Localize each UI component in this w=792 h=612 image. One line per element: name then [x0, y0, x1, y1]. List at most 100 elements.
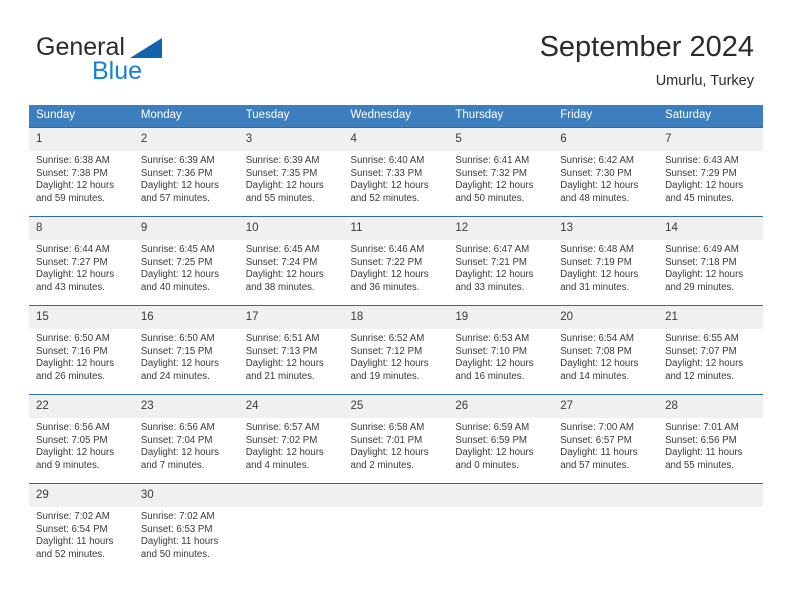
sunset-text: Sunset: 7:38 PM [36, 167, 108, 179]
sunrise-text: Sunrise: 6:59 AM [455, 422, 530, 433]
daylight-text-line2: and 7 minutes. [140, 459, 205, 471]
daylight-text-line1: Daylight: 12 hours [350, 180, 429, 192]
day-cell-inner: 1 Sunrise: 6:38 AM Sunset: 7:38 PM Daylight… [29, 128, 134, 216]
daylight-text-line2: and 43 minutes. [36, 281, 105, 293]
sunrise-text: Sunrise: 6:50 AM [140, 333, 215, 344]
calendar-day-cell[interactable]: 23 Sunrise: 6:56 AM Sunset: 7:04 PM Dayligh… [133, 394, 239, 484]
calendar-day-cell[interactable]: 1 Sunrise: 6:38 AM Sunset: 7:38 PM Daylight… [29, 127, 134, 217]
calendar-day-cell[interactable]: 13 Sunrise: 6:48 AM Sunset: 7:19 PM Dayligh… [553, 216, 659, 306]
calendar-day-cell[interactable]: 9 Sunrise: 6:45 AM Sunset: 7:25 PM Daylight… [133, 216, 239, 306]
sunrise-text: Sunrise: 6:45 AM [140, 244, 215, 255]
calendar-day-cell[interactable]: 2 Sunrise: 6:39 AM Sunset: 7:36 PM Daylight… [133, 127, 239, 217]
generalblue-logo[interactable]: General Blue [36, 34, 266, 86]
day-number: 19 [448, 306, 554, 329]
day-number: 18 [343, 306, 449, 329]
daylight-text-line2: and 14 minutes. [560, 370, 630, 382]
sunset-text: Sunset: 7:10 PM [455, 345, 527, 357]
calendar-day-cell[interactable]: 25 Sunrise: 6:58 AM Sunset: 7:01 PM Dayligh… [343, 394, 449, 484]
day-details: Sunrise: 6:48 AM Sunset: 7:19 PM Daylight:… [553, 240, 658, 294]
day-cell-inner: 2 Sunrise: 6:39 AM Sunset: 7:36 PM Daylight… [133, 128, 239, 216]
daylight-text-line1: Daylight: 12 hours [350, 447, 429, 459]
day-cell-inner: 16 Sunrise: 6:50 AM Sunset: 7:15 PM Dayligh… [133, 306, 239, 394]
sunrise-text: Sunrise: 6:50 AM [36, 333, 110, 344]
daylight-text-line2: and 2 minutes. [350, 459, 415, 471]
day-details: Sunrise: 6:56 AM Sunset: 7:05 PM Daylight:… [29, 418, 134, 472]
sunset-text: Sunset: 7:22 PM [350, 256, 423, 268]
sunrise-text: Sunrise: 6:52 AM [350, 333, 425, 344]
daylight-text-line2: and 12 minutes. [665, 370, 734, 382]
calendar-day-cell[interactable]: 10 Sunrise: 6:45 AM Sunset: 7:24 PM Dayligh… [238, 216, 344, 306]
daylight-text-line2: and 40 minutes. [140, 281, 210, 293]
day-details: Sunrise: 6:54 AM Sunset: 7:08 PM Daylight:… [553, 329, 658, 383]
sunset-text: Sunset: 7:25 PM [140, 256, 213, 268]
day-details: Sunrise: 6:47 AM Sunset: 7:21 PM Daylight:… [448, 240, 553, 294]
daylight-text-line1: Daylight: 12 hours [140, 447, 219, 459]
day-details: Sunrise: 6:46 AM Sunset: 7:22 PM Daylight:… [344, 240, 449, 294]
day-cell-inner: 23 Sunrise: 6:56 AM Sunset: 7:04 PM Dayligh… [133, 395, 239, 483]
calendar-day-cell[interactable]: 4 Sunrise: 6:40 AM Sunset: 7:33 PM Daylight… [343, 127, 449, 217]
daylight-text-line2: and 57 minutes. [140, 192, 210, 204]
day-cell-inner: 14 Sunrise: 6:49 AM Sunset: 7:18 PM Dayligh… [658, 217, 763, 305]
sunrise-text: Sunrise: 6:38 AM [36, 155, 110, 166]
calendar-day-cell[interactable]: 21 Sunrise: 6:55 AM Sunset: 7:07 PM Dayligh… [658, 305, 763, 395]
calendar-day-cell[interactable]: 15 Sunrise: 6:50 AM Sunset: 7:16 PM Dayligh… [29, 305, 134, 395]
day-number: 7 [658, 128, 763, 151]
daylight-text-line2: and 59 minutes. [36, 192, 105, 204]
title-block: September 2024 Umurlu, Turkey [540, 30, 754, 90]
day-cell-inner [238, 484, 344, 568]
calendar-day-cell[interactable]: 14 Sunrise: 6:49 AM Sunset: 7:18 PM Dayligh… [658, 216, 763, 306]
calendar-day-cell[interactable]: 12 Sunrise: 6:47 AM Sunset: 7:21 PM Dayligh… [448, 216, 554, 306]
calendar-day-cell[interactable]: 29 Sunrise: 7:02 AM Sunset: 6:54 PM Dayligh… [29, 483, 134, 568]
page-title: September 2024 [539, 31, 754, 63]
sunrise-text: Sunrise: 6:40 AM [350, 155, 425, 166]
sunset-text: Sunset: 6:56 PM [665, 434, 737, 446]
day-cell-inner: 29 Sunrise: 7:02 AM Sunset: 6:54 PM Dayligh… [29, 484, 134, 568]
calendar-day-cell[interactable]: 24 Sunrise: 6:57 AM Sunset: 7:02 PM Dayligh… [238, 394, 344, 484]
calendar-day-cell[interactable]: 3 Sunrise: 6:39 AM Sunset: 7:35 PM Daylight… [238, 127, 344, 217]
daylight-text-line2: and 57 minutes. [560, 459, 630, 471]
calendar-day-cell[interactable]: 20 Sunrise: 6:54 AM Sunset: 7:08 PM Dayligh… [553, 305, 659, 395]
calendar-day-cell[interactable]: 7 Sunrise: 6:43 AM Sunset: 7:29 PM Daylight… [658, 127, 763, 217]
daylight-text-line1: Daylight: 12 hours [665, 358, 744, 370]
day-details: Sunrise: 7:02 AM Sunset: 6:54 PM Daylight:… [29, 507, 134, 561]
calendar-day-cell[interactable]: 18 Sunrise: 6:52 AM Sunset: 7:12 PM Dayligh… [343, 305, 449, 395]
calendar-day-cell[interactable]: 17 Sunrise: 6:51 AM Sunset: 7:13 PM Dayligh… [238, 305, 344, 395]
calendar-day-cell[interactable]: 26 Sunrise: 6:59 AM Sunset: 6:59 PM Dayligh… [448, 394, 554, 484]
sunrise-text: Sunrise: 6:57 AM [245, 422, 320, 433]
sunset-text: Sunset: 7:30 PM [560, 167, 632, 179]
sunrise-text: Sunrise: 7:00 AM [560, 422, 634, 433]
daylight-text-line2: and 50 minutes. [455, 192, 525, 204]
calendar-page: General Blue September 2024 Umurlu, Turk… [0, 0, 792, 612]
calendar-day-cell[interactable]: 6 Sunrise: 6:42 AM Sunset: 7:30 PM Daylight… [553, 127, 659, 217]
calendar-day-cell[interactable]: 30 Sunrise: 7:02 AM Sunset: 6:53 PM Dayligh… [133, 483, 239, 568]
day-number: 12 [448, 217, 554, 240]
day-details: Sunrise: 6:58 AM Sunset: 7:01 PM Daylight:… [344, 418, 449, 472]
daylight-text-line1: Daylight: 12 hours [455, 180, 534, 192]
calendar-day-cell[interactable]: 11 Sunrise: 6:46 AM Sunset: 7:22 PM Dayligh… [343, 216, 449, 306]
daylight-text-line1: Daylight: 12 hours [350, 358, 429, 370]
calendar-day-cell[interactable]: 8 Sunrise: 6:44 AM Sunset: 7:27 PM Daylight… [29, 216, 134, 306]
day-number: 17 [238, 306, 344, 329]
daylight-text-line2: and 52 minutes. [350, 192, 420, 204]
sunset-text: Sunset: 6:59 PM [455, 434, 527, 446]
calendar-day-cell[interactable]: 16 Sunrise: 6:50 AM Sunset: 7:15 PM Dayligh… [133, 305, 239, 395]
calendar-day-cell[interactable]: 19 Sunrise: 6:53 AM Sunset: 7:10 PM Dayligh… [448, 305, 554, 395]
daylight-text-line1: Daylight: 12 hours [245, 447, 324, 459]
daylight-text-line1: Daylight: 12 hours [140, 358, 219, 370]
day-number: 16 [133, 306, 239, 329]
sunset-text: Sunset: 7:05 PM [36, 434, 108, 446]
calendar-day-cell[interactable]: 5 Sunrise: 6:41 AM Sunset: 7:32 PM Daylight… [448, 127, 554, 217]
day-details: Sunrise: 6:53 AM Sunset: 7:10 PM Daylight:… [448, 329, 553, 383]
calendar-day-cell[interactable]: 27 Sunrise: 7:00 AM Sunset: 6:57 PM Dayligh… [553, 394, 659, 484]
calendar-day-cell[interactable]: 28 Sunrise: 7:01 AM Sunset: 6:56 PM Dayligh… [658, 394, 763, 484]
daylight-text-line1: Daylight: 12 hours [36, 180, 115, 192]
daylight-text-line1: Daylight: 12 hours [350, 269, 429, 281]
daylight-text-line2: and 4 minutes. [245, 459, 310, 471]
daylight-text-line1: Daylight: 12 hours [245, 269, 324, 281]
day-number: 20 [553, 306, 659, 329]
day-cell-inner: 11 Sunrise: 6:46 AM Sunset: 7:22 PM Dayligh… [343, 217, 449, 305]
calendar-empty-cell [343, 483, 449, 568]
calendar-day-cell[interactable]: 22 Sunrise: 6:56 AM Sunset: 7:05 PM Dayligh… [29, 394, 134, 484]
daylight-text-line1: Daylight: 12 hours [140, 269, 219, 281]
calendar-empty-cell [553, 483, 659, 568]
